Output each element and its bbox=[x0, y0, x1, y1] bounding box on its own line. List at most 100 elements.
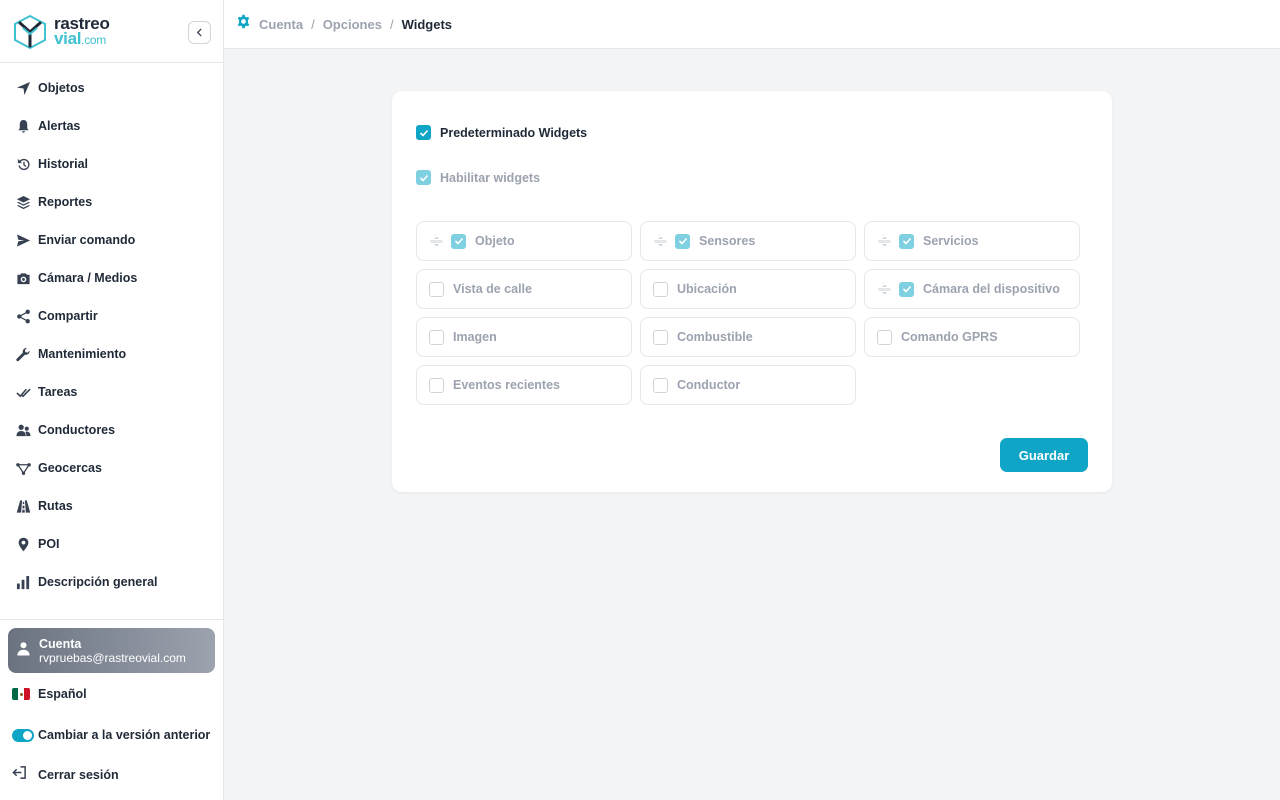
logout-label: Cerrar sesión bbox=[38, 768, 119, 782]
sidebar-item-mantenimiento[interactable]: Mantenimiento bbox=[0, 335, 223, 373]
sidebar-item-rutas[interactable]: Rutas bbox=[0, 487, 223, 525]
sidebar-nav: Objetos Alertas Historial Reportes Envia… bbox=[0, 69, 223, 601]
layers-icon bbox=[16, 195, 31, 210]
sidebar: rastreo vial.com Objetos Alertas Histori… bbox=[0, 0, 224, 800]
top-header: Cuenta / Opciones / Widgets bbox=[224, 0, 1280, 49]
language-selector[interactable]: Español bbox=[12, 684, 87, 704]
widget-label: Vista de calle bbox=[453, 282, 532, 296]
widget-label: Conductor bbox=[677, 378, 741, 392]
logo-icon bbox=[14, 14, 46, 50]
widget-label: Imagen bbox=[453, 330, 497, 344]
widget-label: Cámara del dispositivo bbox=[923, 282, 1060, 296]
bar-chart-icon bbox=[16, 575, 31, 590]
user-icon bbox=[16, 641, 31, 661]
check-icon bbox=[902, 285, 911, 293]
widget-item-imagen[interactable]: Imagen bbox=[416, 317, 632, 357]
widget-item-comando-gprs[interactable]: Comando GPRS bbox=[864, 317, 1080, 357]
sidebar-item-enviar-comando[interactable]: Enviar comando bbox=[0, 221, 223, 259]
history-icon bbox=[16, 157, 31, 172]
switch-version-label: Cambiar a la versión anterior bbox=[38, 728, 211, 742]
brand-logo[interactable]: rastreo vial.com bbox=[12, 12, 122, 52]
drag-handle-icon[interactable] bbox=[877, 284, 891, 295]
breadcrumb-cuenta[interactable]: Cuenta bbox=[259, 17, 303, 32]
widget-checkbox[interactable] bbox=[877, 329, 892, 345]
chevron-left-icon bbox=[196, 28, 202, 37]
breadcrumb-separator: / bbox=[311, 16, 315, 32]
sidebar-item-label: Compartir bbox=[38, 309, 98, 323]
check-icon bbox=[419, 129, 428, 137]
widget-checkbox[interactable] bbox=[653, 281, 668, 297]
check-icon bbox=[419, 174, 428, 182]
sidebar-item-conductores[interactable]: Conductores bbox=[0, 411, 223, 449]
camera-icon bbox=[16, 271, 31, 286]
save-button[interactable]: Guardar bbox=[1000, 438, 1088, 472]
sidebar-item-objetos[interactable]: Objetos bbox=[0, 69, 223, 107]
drag-handle-icon[interactable] bbox=[877, 236, 891, 247]
widget-item-sensores[interactable]: Sensores bbox=[640, 221, 856, 261]
map-pin-icon bbox=[16, 537, 31, 552]
road-icon bbox=[16, 499, 31, 514]
widget-checkbox[interactable] bbox=[429, 329, 444, 345]
account-button[interactable]: Cuenta rvpruebas@rastreovial.com bbox=[8, 628, 215, 673]
language-label: Español bbox=[38, 687, 87, 701]
widget-checkbox[interactable] bbox=[653, 329, 668, 345]
gear-icon bbox=[236, 14, 251, 34]
drag-handle-icon[interactable] bbox=[653, 236, 667, 247]
sidebar-item-geocercas[interactable]: Geocercas bbox=[0, 449, 223, 487]
collapse-sidebar-button[interactable] bbox=[188, 21, 211, 44]
sidebar-item-label: Rutas bbox=[38, 499, 73, 513]
widget-item-ubicacion[interactable]: Ubicación bbox=[640, 269, 856, 309]
sidebar-item-camara-medios[interactable]: Cámara / Medios bbox=[0, 259, 223, 297]
check-icon bbox=[454, 237, 463, 245]
widget-label: Ubicación bbox=[677, 282, 737, 296]
default-widgets-label: Predeterminado Widgets bbox=[440, 125, 588, 140]
widget-label: Objeto bbox=[475, 234, 515, 248]
widget-item-vista-de-calle[interactable]: Vista de calle bbox=[416, 269, 632, 309]
account-title: Cuenta bbox=[39, 636, 82, 651]
widget-label: Eventos recientes bbox=[453, 378, 560, 392]
bell-icon bbox=[16, 119, 31, 134]
share-icon bbox=[16, 309, 31, 324]
widget-item-camara-del-dispositivo[interactable]: Cámara del dispositivo bbox=[864, 269, 1080, 309]
sidebar-item-label: Cámara / Medios bbox=[38, 271, 138, 285]
widget-checkbox[interactable] bbox=[675, 233, 690, 249]
widget-checkbox[interactable] bbox=[451, 233, 466, 249]
widget-checkbox[interactable] bbox=[429, 377, 444, 393]
check-icon bbox=[678, 237, 687, 245]
users-icon bbox=[16, 423, 31, 438]
widget-label: Combustible bbox=[677, 330, 753, 344]
enable-widgets-checkbox-row: Habilitar widgets bbox=[416, 170, 540, 185]
sidebar-item-descripcion-general[interactable]: Descripción general bbox=[0, 563, 223, 601]
widget-item-conductor[interactable]: Conductor bbox=[640, 365, 856, 405]
logout-button[interactable]: Cerrar sesión bbox=[12, 765, 119, 785]
sidebar-item-tareas[interactable]: Tareas bbox=[0, 373, 223, 411]
sidebar-item-poi[interactable]: POI bbox=[0, 525, 223, 563]
widget-checkbox[interactable] bbox=[653, 377, 668, 393]
sidebar-item-alertas[interactable]: Alertas bbox=[0, 107, 223, 145]
widget-checkbox[interactable] bbox=[429, 281, 444, 297]
sidebar-item-label: Historial bbox=[38, 157, 89, 171]
sidebar-item-label: Reportes bbox=[38, 195, 93, 209]
drag-handle-icon[interactable] bbox=[429, 236, 443, 247]
send-icon bbox=[16, 233, 31, 248]
widget-label: Sensores bbox=[699, 234, 756, 248]
widget-checkbox[interactable] bbox=[899, 233, 914, 249]
sidebar-item-reportes[interactable]: Reportes bbox=[0, 183, 223, 221]
sidebar-item-label: Tareas bbox=[38, 385, 78, 399]
enable-widgets-checkbox bbox=[416, 170, 431, 185]
toggle-switch[interactable] bbox=[12, 728, 34, 742]
breadcrumb-widgets: Widgets bbox=[401, 16, 453, 32]
sidebar-item-historial[interactable]: Historial bbox=[0, 145, 223, 183]
widget-item-servicios[interactable]: Servicios bbox=[864, 221, 1080, 261]
sidebar-item-compartir[interactable]: Compartir bbox=[0, 297, 223, 335]
switch-version-toggle[interactable]: Cambiar a la versión anterior bbox=[12, 725, 210, 745]
widget-item-combustible[interactable]: Combustible bbox=[640, 317, 856, 357]
brand-line2: vial bbox=[54, 29, 82, 48]
sidebar-divider bbox=[0, 62, 223, 63]
widget-item-eventos-recientes[interactable]: Eventos recientes bbox=[416, 365, 632, 405]
default-widgets-checkbox[interactable] bbox=[416, 125, 431, 140]
breadcrumb-opciones[interactable]: Opciones bbox=[323, 17, 382, 32]
widget-item-objeto[interactable]: Objeto bbox=[416, 221, 632, 261]
widget-checkbox[interactable] bbox=[899, 281, 914, 297]
default-widgets-checkbox-row[interactable]: Predeterminado Widgets bbox=[416, 125, 587, 140]
